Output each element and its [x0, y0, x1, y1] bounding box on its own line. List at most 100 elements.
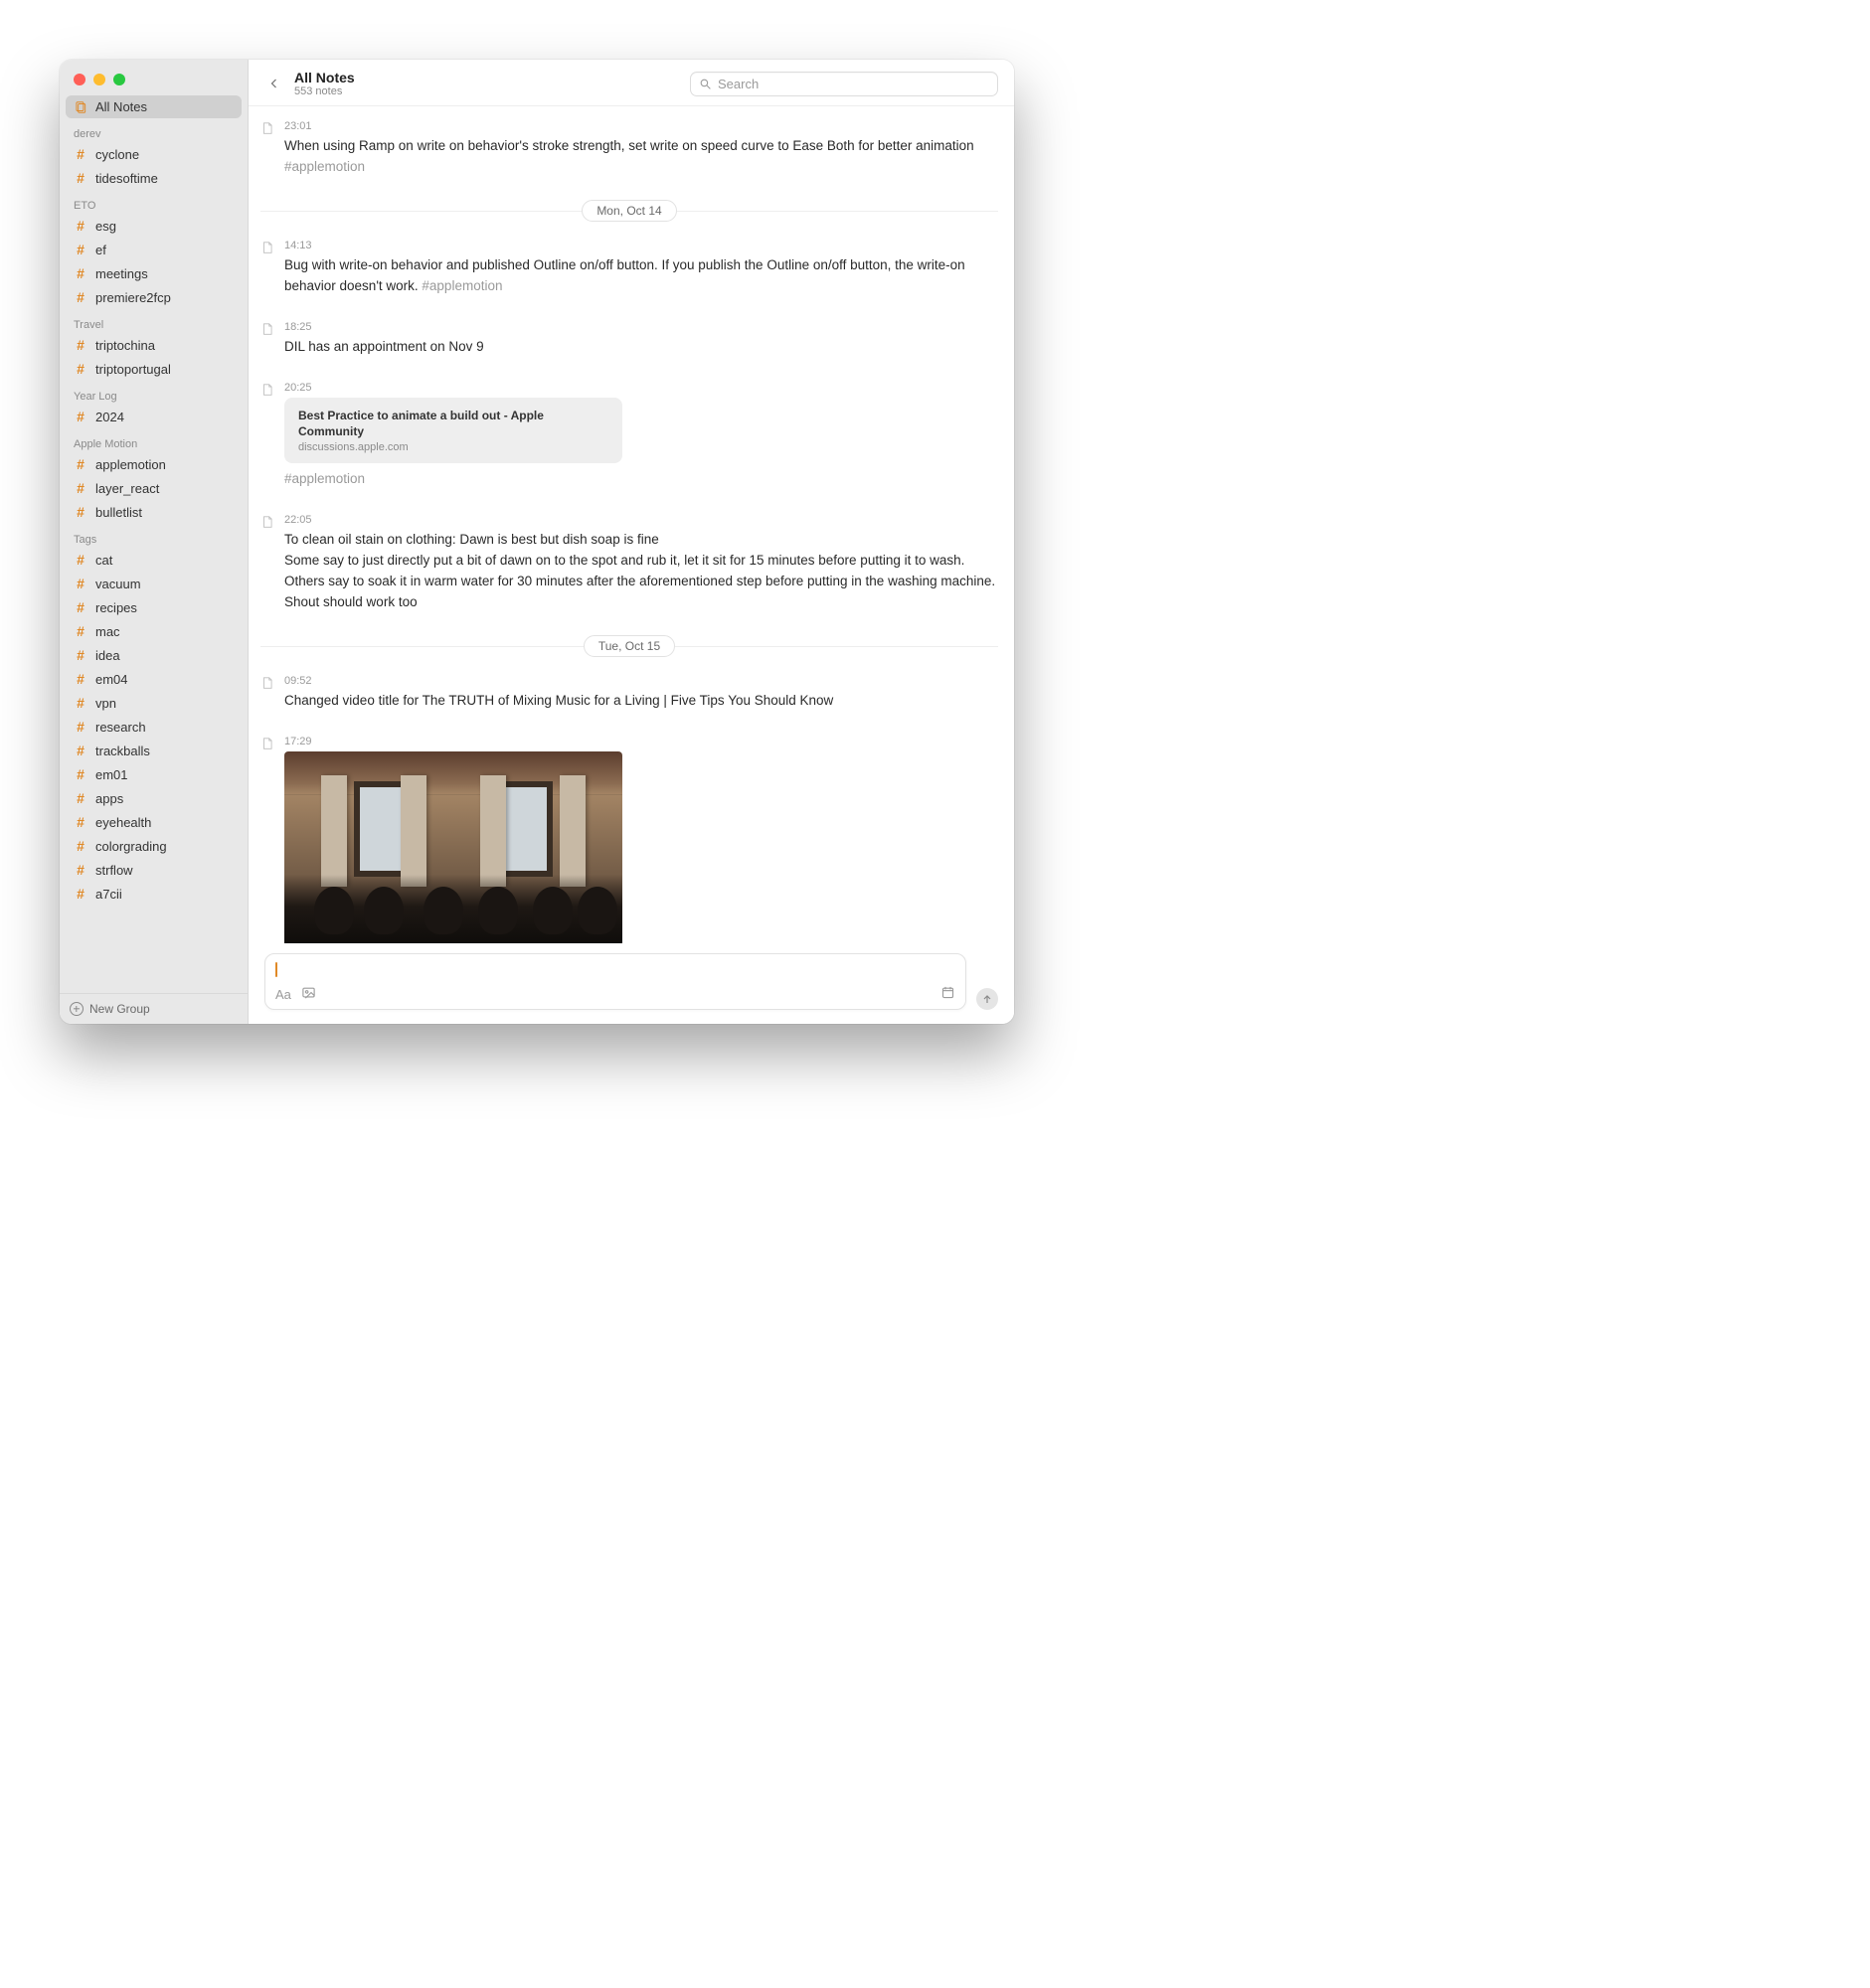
- sidebar-item-label: apps: [95, 791, 123, 806]
- fullscreen-window-button[interactable]: [113, 74, 125, 85]
- note-timestamp: 22:05: [284, 514, 998, 526]
- sidebar-item-research[interactable]: #research: [66, 715, 242, 739]
- sidebar-item-colorgrading[interactable]: #colorgrading: [66, 834, 242, 858]
- hash-icon: #: [74, 480, 87, 496]
- app-window: All Notes derev#cyclone#tidesoftimeETO#e…: [60, 60, 1014, 1024]
- sidebar-item-em01[interactable]: #em01: [66, 762, 242, 786]
- note-hashtag[interactable]: #applemotion: [284, 471, 365, 486]
- sidebar-item-label: esg: [95, 219, 116, 234]
- sidebar-group-header[interactable]: Apple Motion: [66, 428, 242, 452]
- document-stack-icon: [74, 100, 87, 114]
- minimize-window-button[interactable]: [93, 74, 105, 85]
- search-input[interactable]: [718, 77, 989, 91]
- arrow-up-icon: [981, 993, 993, 1005]
- sidebar-item-label: mac: [95, 624, 120, 639]
- link-preview-card[interactable]: Best Practice to animate a build out - A…: [284, 398, 622, 463]
- sidebar-item-cyclone[interactable]: #cyclone: [66, 142, 242, 166]
- hash-icon: #: [74, 695, 87, 711]
- hash-icon: #: [74, 623, 87, 639]
- note-entry[interactable]: 14:13 Bug with write-on behavior and pub…: [260, 234, 998, 315]
- note-icon: [260, 514, 276, 613]
- note-entry[interactable]: 22:05 To clean oil stain on clothing: Da…: [260, 508, 998, 631]
- note-entry[interactable]: 23:01 When using Ramp on write on behavi…: [260, 114, 998, 196]
- sidebar-item-label: vacuum: [95, 577, 141, 591]
- sidebar-item-cat[interactable]: #cat: [66, 548, 242, 572]
- sidebar-item-mac[interactable]: # mac: [66, 619, 242, 643]
- hash-icon: #: [74, 576, 87, 591]
- note-icon: [260, 382, 276, 490]
- sidebar-item-eyehealth[interactable]: #eyehealth: [66, 810, 242, 834]
- composer[interactable]: Aa: [264, 953, 966, 1010]
- calendar-button[interactable]: [940, 985, 955, 1003]
- note-timestamp: 14:13: [284, 240, 998, 251]
- note-entry[interactable]: 20:25 Best Practice to animate a build o…: [260, 376, 998, 508]
- hash-icon: #: [74, 886, 87, 902]
- sidebar-item-triptochina[interactable]: #triptochina: [66, 333, 242, 357]
- date-badge: Mon, Oct 14: [582, 200, 676, 222]
- hash-icon: #: [74, 337, 87, 353]
- sidebar-item-2024[interactable]: #2024: [66, 405, 242, 428]
- note-image-attachment[interactable]: [284, 751, 622, 943]
- note-text: Some say to just directly put a bit of d…: [284, 551, 998, 613]
- sidebar-item-label: 2024: [95, 410, 124, 424]
- text-format-button[interactable]: Aa: [275, 987, 291, 1002]
- date-separator: Mon, Oct 14: [260, 202, 998, 220]
- hash-icon: #: [74, 671, 87, 687]
- note-timestamp: 09:52: [284, 675, 998, 687]
- note-timestamp: 17:29: [284, 736, 998, 747]
- sidebar-group-header[interactable]: Year Log: [66, 381, 242, 405]
- back-button[interactable]: [264, 74, 284, 93]
- composer-bar: Aa: [249, 943, 1014, 1024]
- sidebar-group-header[interactable]: Travel: [66, 309, 242, 333]
- sidebar-item-bulletlist[interactable]: #bulletlist: [66, 500, 242, 524]
- sidebar-item-all-notes[interactable]: All Notes: [66, 95, 242, 118]
- sidebar-item-em04[interactable]: # em04: [66, 667, 242, 691]
- sidebar-item-label: trackballs: [95, 744, 150, 758]
- sidebar-group-header[interactable]: ETO: [66, 190, 242, 214]
- date-separator: Tue, Oct 15: [260, 637, 998, 655]
- note-icon: [260, 321, 276, 358]
- new-group-button[interactable]: New Group: [60, 993, 248, 1024]
- window-controls: [60, 60, 248, 95]
- sidebar-item-idea[interactable]: #idea: [66, 643, 242, 667]
- hash-icon: #: [74, 838, 87, 854]
- sidebar-item-trackballs[interactable]: #trackballs: [66, 739, 242, 762]
- sidebar-item-apps[interactable]: #apps: [66, 786, 242, 810]
- note-hashtag[interactable]: #applemotion: [284, 159, 365, 174]
- note-entry[interactable]: 18:25 DIL has an appointment on Nov 9: [260, 315, 998, 376]
- sidebar-item-a7cii[interactable]: #a7cii: [66, 882, 242, 906]
- note-hashtag[interactable]: #applemotion: [422, 278, 502, 293]
- sidebar-item-label: cat: [95, 553, 112, 568]
- hash-icon: #: [74, 242, 87, 257]
- hash-icon: #: [74, 361, 87, 377]
- sidebar-item-vpn[interactable]: #vpn: [66, 691, 242, 715]
- sidebar-item-layer_react[interactable]: #layer_react: [66, 476, 242, 500]
- attach-image-button[interactable]: [301, 985, 316, 1003]
- sidebar-item-vacuum[interactable]: # vacuum: [66, 572, 242, 595]
- sidebar-item-premiere2fcp[interactable]: #premiere2fcp: [66, 285, 242, 309]
- sidebar-item-ef[interactable]: #ef: [66, 238, 242, 261]
- sidebar-item-tidesoftime[interactable]: #tidesoftime: [66, 166, 242, 190]
- close-window-button[interactable]: [74, 74, 85, 85]
- sidebar-item-meetings[interactable]: #meetings: [66, 261, 242, 285]
- sidebar-item-applemotion[interactable]: #applemotion: [66, 452, 242, 476]
- sidebar-item-label: em04: [95, 672, 128, 687]
- search-field[interactable]: [690, 72, 998, 96]
- sidebar-item-esg[interactable]: #esg: [66, 214, 242, 238]
- sidebar-group-header[interactable]: Tags: [66, 524, 242, 548]
- sidebar-item-triptoportugal[interactable]: #triptoportugal: [66, 357, 242, 381]
- note-entry[interactable]: 17:29: [260, 730, 998, 943]
- main-panel: All Notes 553 notes 23:01 When using Ram…: [249, 60, 1014, 1024]
- new-group-label: New Group: [89, 1002, 150, 1016]
- send-button[interactable]: [976, 988, 998, 1010]
- sidebar-item-label: All Notes: [95, 99, 147, 114]
- sidebar-item-strflow[interactable]: #strflow: [66, 858, 242, 882]
- notes-scroll[interactable]: 23:01 When using Ramp on write on behavi…: [249, 106, 1014, 943]
- sidebar-group-header[interactable]: derev: [66, 118, 242, 142]
- sidebar-item-recipes[interactable]: #recipes: [66, 595, 242, 619]
- sidebar-item-label: recipes: [95, 600, 137, 615]
- note-text: To clean oil stain on clothing: Dawn is …: [284, 530, 998, 551]
- note-entry[interactable]: 09:52 Changed video title for The TRUTH …: [260, 669, 998, 730]
- page-subtitle: 553 notes: [294, 85, 355, 97]
- page-title: All Notes: [294, 70, 355, 85]
